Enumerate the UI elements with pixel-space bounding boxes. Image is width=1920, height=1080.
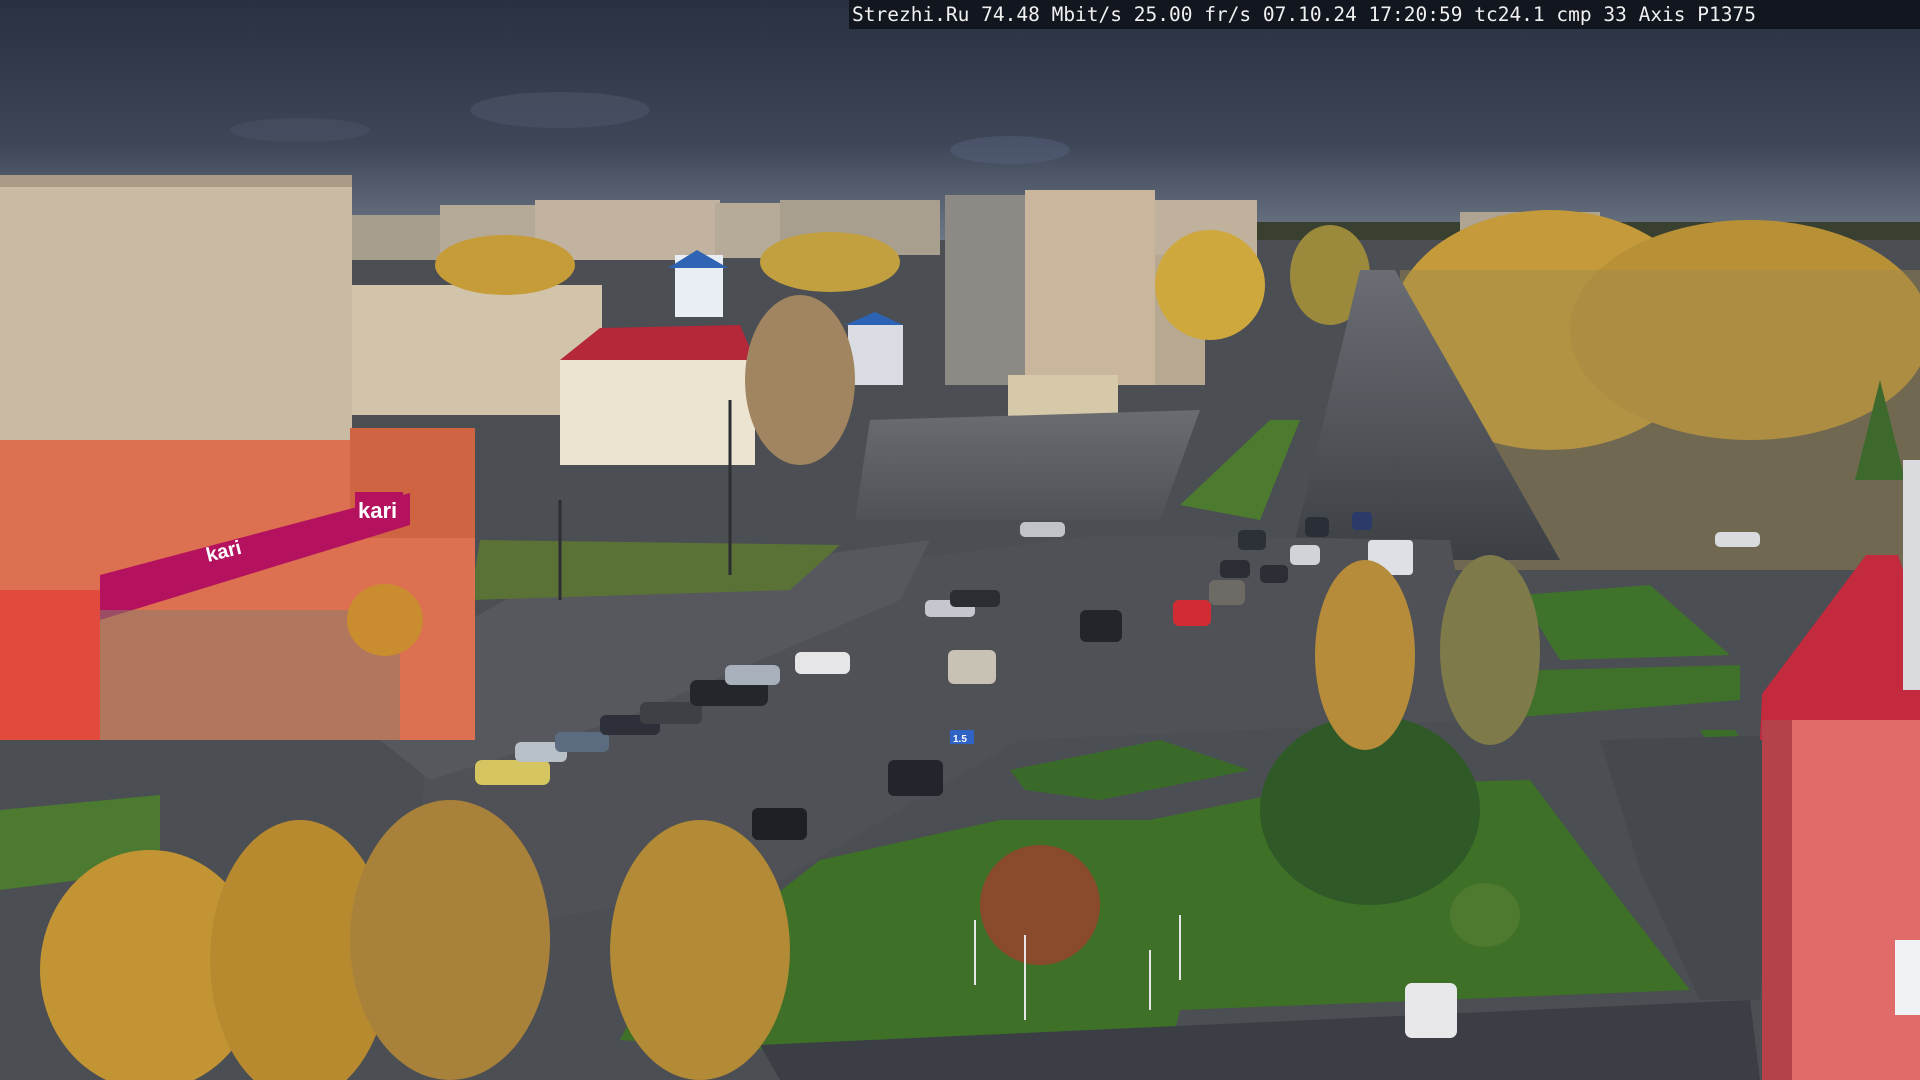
cloud: [470, 92, 650, 128]
camera-osd-overlay: Strezhi.Ru 74.48 Mbit/s 25.00 fr/s 07.10…: [849, 0, 1920, 29]
kari-store: [0, 428, 475, 740]
street-scene: kari kari 1.5: [0, 0, 1920, 1080]
cloud: [230, 118, 370, 142]
road-sign-label: 1.5: [953, 734, 967, 745]
osd-text: Strezhi.Ru 74.48 Mbit/s 25.00 fr/s 07.10…: [852, 3, 1756, 26]
camera-frame: kari kari 1.5 Strezhi.Ru 74.48 Mbit/s 25…: [0, 0, 1920, 1080]
central-plaza: [855, 410, 1200, 520]
kari-store-logo: kari: [358, 498, 397, 523]
cloud: [950, 136, 1070, 164]
